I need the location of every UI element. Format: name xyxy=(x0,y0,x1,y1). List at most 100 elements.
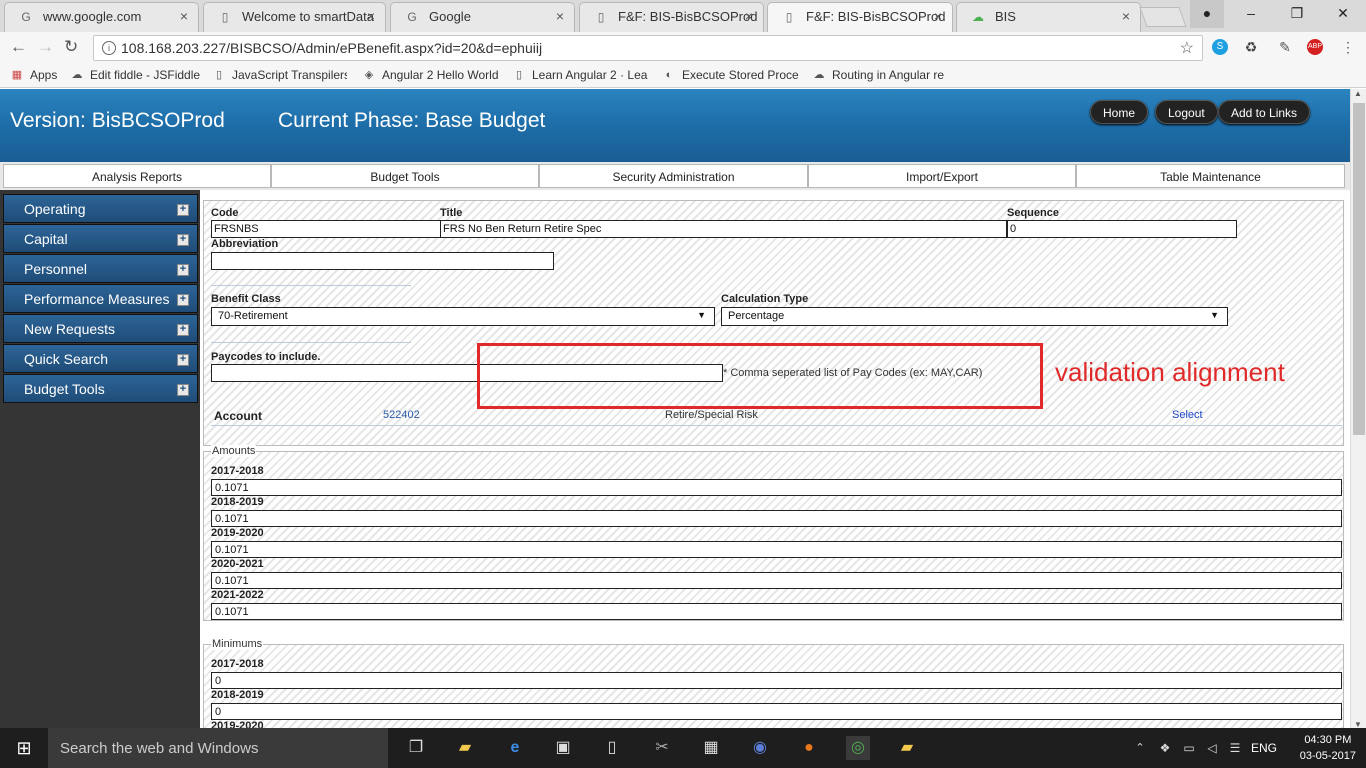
maximize-button[interactable]: ❐ xyxy=(1274,0,1320,28)
language-indicator[interactable]: ENG xyxy=(1251,741,1277,755)
home-button[interactable]: Home xyxy=(1090,100,1149,124)
tab-title: www.google.com xyxy=(43,9,142,24)
sidebar-item-new-requests[interactable]: New Requests + xyxy=(3,314,198,343)
account-select-link[interactable]: Select xyxy=(1172,409,1203,421)
adblock-icon[interactable]: ABP xyxy=(1307,39,1323,55)
bookmark-item[interactable]: ◈ Angular 2 Hello World xyxy=(362,68,498,82)
sidebar-item-personnel[interactable]: Personnel + xyxy=(3,254,198,283)
volume-icon[interactable]: ◁ xyxy=(1200,736,1224,760)
sidebar-item-capital[interactable]: Capital + xyxy=(3,224,198,253)
benefit-class-select[interactable]: 70-Retirement ▼ xyxy=(211,307,715,326)
code-field[interactable]: FRSNBS xyxy=(211,220,441,238)
dropbox-icon[interactable]: ❖ xyxy=(1153,736,1177,760)
logout-button[interactable]: Logout xyxy=(1155,100,1218,124)
tools-icon[interactable]: ✂ xyxy=(650,736,674,760)
close-icon[interactable]: × xyxy=(934,8,942,24)
expand-plus-icon[interactable]: + xyxy=(177,324,189,336)
abbreviation-field[interactable] xyxy=(211,252,554,270)
amount-field[interactable]: 0.1071 xyxy=(211,510,1342,527)
skype-icon[interactable]: S xyxy=(1212,39,1228,55)
sidebar-item-operating[interactable]: Operating + xyxy=(3,194,198,223)
chrome-icon[interactable]: ◎ xyxy=(846,736,870,760)
title-field[interactable]: FRS No Ben Return Retire Spec xyxy=(440,220,1007,238)
bookmark-item[interactable]: ▯ Learn Angular 2 · Lear xyxy=(512,68,648,82)
page-scrollbar[interactable]: ▲ ▼ xyxy=(1350,89,1366,729)
minimum-field[interactable]: 0 xyxy=(211,672,1342,689)
eyedropper-icon[interactable]: ✎ xyxy=(1277,39,1293,55)
document-icon[interactable]: ▯ xyxy=(600,736,624,760)
recycle-icon[interactable]: ♻ xyxy=(1243,39,1259,55)
close-icon[interactable]: × xyxy=(745,8,753,24)
file-explorer-icon[interactable]: ▰ xyxy=(453,736,477,760)
scrollbar-thumb[interactable] xyxy=(1353,103,1365,435)
browser-tab[interactable]: G www.google.com × xyxy=(4,2,199,32)
tab-title: Google xyxy=(429,9,471,24)
browser-tab[interactable]: ▯ Welcome to smartData × xyxy=(203,2,386,32)
tray-chevron-icon[interactable]: ⌃ xyxy=(1128,736,1152,760)
firefox-icon[interactable]: ● xyxy=(797,736,821,760)
bookmark-item[interactable]: ◐ Execute Stored Proced xyxy=(662,68,798,82)
new-tab-button[interactable] xyxy=(1139,7,1187,27)
reload-icon[interactable]: ↻ xyxy=(64,37,78,57)
browser-tab[interactable]: ▯ F&F: BIS-BisBCSOProd × xyxy=(579,2,764,32)
amount-field[interactable]: 0.1071 xyxy=(211,479,1342,496)
close-icon[interactable]: × xyxy=(367,8,375,24)
windows-start-icon[interactable]: ⊞ xyxy=(12,736,36,760)
menu-import-export[interactable]: Import/Export xyxy=(808,164,1076,188)
back-icon[interactable]: ← xyxy=(10,37,27,57)
close-icon[interactable]: × xyxy=(180,8,188,24)
window-close-button[interactable]: ✕ xyxy=(1320,0,1366,28)
menu-security-administration[interactable]: Security Administration xyxy=(539,164,808,188)
sticky-notes-icon[interactable]: ▰ xyxy=(895,736,919,760)
sidebar-item-performance-measures[interactable]: Performance Measures + xyxy=(3,284,198,313)
expand-plus-icon[interactable]: + xyxy=(177,264,189,276)
expand-plus-icon[interactable]: + xyxy=(177,234,189,246)
sidebar-item-budget-tools[interactable]: Budget Tools + xyxy=(3,374,198,403)
close-icon[interactable]: × xyxy=(1122,8,1130,24)
expand-plus-icon[interactable]: + xyxy=(177,204,189,216)
bookmark-item[interactable]: ☁ Routing in Angular re xyxy=(812,68,948,82)
info-icon[interactable]: i xyxy=(102,41,116,55)
edge-icon[interactable]: e xyxy=(503,736,527,760)
user-profile-icon[interactable]: ● xyxy=(1190,0,1224,28)
task-view-icon[interactable]: ❐ xyxy=(404,736,428,760)
minimum-field[interactable]: 0 xyxy=(211,703,1342,720)
calculation-type-select[interactable]: Percentage ▼ xyxy=(721,307,1228,326)
browser-tab[interactable]: ☁ BIS × xyxy=(956,2,1141,32)
scroll-up-icon[interactable]: ▲ xyxy=(1354,89,1362,98)
expand-plus-icon[interactable]: + xyxy=(177,354,189,366)
network-icon[interactable]: ▭ xyxy=(1177,736,1201,760)
expand-plus-icon[interactable]: + xyxy=(177,294,189,306)
browser-tab-active[interactable]: ▯ F&F: BIS-BisBCSOProd × xyxy=(767,2,953,32)
close-icon[interactable]: × xyxy=(556,8,564,24)
bookmark-item[interactable]: ☁ Edit fiddle - JSFiddle xyxy=(70,68,201,82)
calculator-icon[interactable]: ▦ xyxy=(699,736,723,760)
expand-plus-icon[interactable]: + xyxy=(177,384,189,396)
url-field[interactable]: i 108.168.203.227/BISBCSO/Admin/ePBenefi… xyxy=(93,35,1203,61)
main-menu: Analysis Reports Budget Tools Security A… xyxy=(0,162,1350,190)
bookmark-star-icon[interactable]: ☆ xyxy=(1180,38,1194,58)
system-clock[interactable]: 04:30 PM 03-05-2017 xyxy=(1300,732,1356,764)
menu-table-maintenance[interactable]: Table Maintenance xyxy=(1076,164,1345,188)
notification-icon[interactable]: ☰ xyxy=(1223,736,1247,760)
amounts-fieldset: Amounts 2017-2018 0.1071 2018-2019 0.107… xyxy=(203,445,1344,621)
amount-field[interactable]: 0.1071 xyxy=(211,541,1342,558)
tab-title: F&F: BIS-BisBCSOProd xyxy=(618,9,758,24)
visual-studio-icon[interactable]: ◉ xyxy=(748,736,772,760)
menu-budget-tools[interactable]: Budget Tools xyxy=(271,164,539,188)
forward-icon[interactable]: → xyxy=(37,37,54,57)
sequence-field[interactable]: 0 xyxy=(1007,220,1237,238)
sidebar-item-quick-search[interactable]: Quick Search + xyxy=(3,344,198,373)
menu-dots-icon[interactable]: ⋮ xyxy=(1340,39,1356,55)
store-icon[interactable]: ▣ xyxy=(551,736,575,760)
menu-analysis-reports[interactable]: Analysis Reports xyxy=(3,164,271,188)
bookmark-apps[interactable]: ▦ Apps xyxy=(10,68,58,82)
bookmark-item[interactable]: ▯ JavaScript Transpilers xyxy=(212,68,347,82)
bookmark-label: Execute Stored Proced xyxy=(682,68,798,82)
taskbar-search-box[interactable]: Search the web and Windows xyxy=(48,728,388,768)
add-to-links-button[interactable]: Add to Links xyxy=(1218,100,1311,124)
amount-field[interactable]: 0.1071 xyxy=(211,572,1342,589)
browser-tab[interactable]: G Google × xyxy=(390,2,575,32)
minimize-button[interactable]: – xyxy=(1228,0,1274,28)
amount-field[interactable]: 0.1071 xyxy=(211,603,1342,620)
